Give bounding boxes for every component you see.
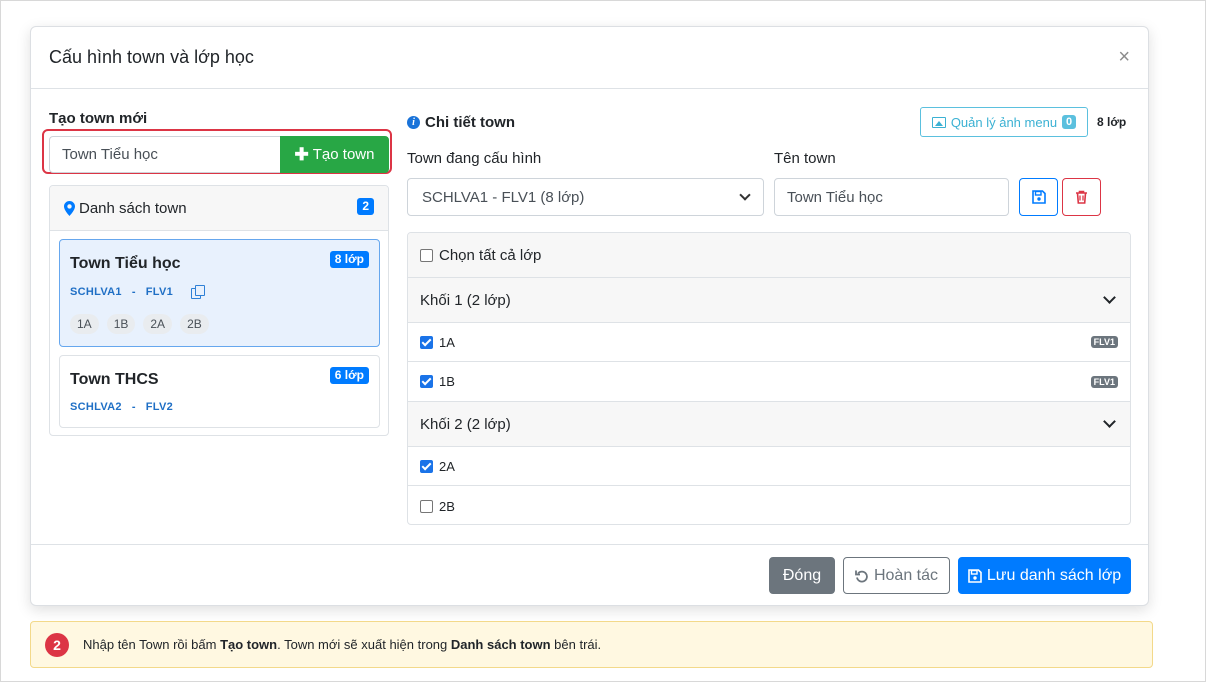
school-code: SCHLVA2 <box>70 401 122 413</box>
town-item-code: SCHLVA2 - FLV2 <box>70 401 173 413</box>
code-separator: - <box>131 285 136 298</box>
group-title: Khối 1 (2 lớp) <box>420 291 511 309</box>
class-chip: 2B <box>180 314 209 334</box>
detail-title-text: Chi tiết town <box>425 114 515 131</box>
class-checkbox[interactable] <box>420 499 433 513</box>
create-town-label: Tạo town mới <box>49 110 148 127</box>
class-checkbox[interactable] <box>420 335 433 349</box>
undo-button[interactable]: Hoàn tác <box>843 557 950 594</box>
town-list-title-text: Danh sách town <box>79 200 187 217</box>
chevron-down-icon[interactable] <box>1103 415 1116 428</box>
class-chip: 1B <box>106 314 136 334</box>
class-label: 2A <box>439 458 455 474</box>
town-item-class-count: 6 lớp <box>329 367 369 384</box>
town-list-card: Danh sách town 2 Town Tiểu học 8 lớp SCH… <box>49 185 389 436</box>
hint-part: bên trái. <box>550 637 602 652</box>
save-town-button[interactable] <box>1019 178 1058 216</box>
class-row-2b[interactable]: 2B <box>408 486 1130 524</box>
trash-icon <box>1076 190 1087 204</box>
level-badge: FLV1 <box>1090 336 1118 348</box>
group-header-khoi-2[interactable]: Khối 2 (2 lớp) <box>408 402 1130 447</box>
group-title: Khối 2 (2 lớp) <box>420 415 511 433</box>
town-list-header: Danh sách town 2 <box>50 186 388 231</box>
town-item-class-count: 8 lớp <box>329 251 369 268</box>
copy-icon[interactable] <box>191 285 206 299</box>
create-town-button-label: Tạo town <box>312 146 375 163</box>
town-select-value: SCHLVA1 - FLV1 (8 lớp) <box>422 188 585 206</box>
save-class-list-label: Lưu danh sách lớp <box>986 566 1122 584</box>
step-badge: 2 <box>45 632 69 657</box>
class-chip: 2A <box>143 314 173 334</box>
town-select-label: Town đang cấu hình <box>407 150 542 167</box>
save-class-list-button[interactable]: Lưu danh sách lớp <box>958 557 1131 594</box>
school-code: SCHLVA1 <box>70 285 122 298</box>
detail-title: i Chi tiết town <box>407 114 515 131</box>
delete-town-button[interactable] <box>1062 178 1101 216</box>
class-checkbox[interactable] <box>420 459 433 473</box>
class-chip: 1A <box>70 314 99 334</box>
modal-footer: Đóng Hoàn tác Lưu danh sách lớp <box>31 544 1148 606</box>
town-name-input[interactable] <box>774 178 1009 216</box>
class-selection-card: Chọn tất cả lớp Khối 1 (2 lớp) 1A FLV1 1… <box>407 232 1131 525</box>
class-checkbox[interactable] <box>420 375 433 388</box>
class-row-2a[interactable]: 2A <box>408 447 1130 486</box>
hint-part: . Town mới sẽ xuất hiện trong <box>277 637 451 652</box>
town-config-modal: Cấu hình town và lớp học × Tạo town mới … <box>30 26 1149 606</box>
class-label: 1B <box>439 374 455 389</box>
town-count-badge: 2 <box>357 198 374 215</box>
class-row-1a[interactable]: 1A FLV1 <box>408 323 1130 362</box>
town-item-tieu-hoc[interactable]: Town Tiểu học 8 lớp SCHLVA1 - FLV1 1A 1B… <box>59 239 380 347</box>
info-icon: i <box>407 116 420 129</box>
select-all-row[interactable]: Chọn tất cả lớp <box>408 233 1130 278</box>
floppy-disk-icon <box>1031 190 1046 204</box>
hint-bar: 2 Nhập tên Town rồi bấm Tạo town. Town m… <box>30 621 1153 668</box>
undo-icon <box>855 570 868 582</box>
class-chips: 1A 1B 2A 2B <box>70 314 209 334</box>
town-item-code: SCHLVA1 - FLV1 <box>70 285 206 299</box>
hint-text: Nhập tên Town rồi bấm Tạo town. Town mới… <box>83 637 601 652</box>
town-list-title: Danh sách town <box>64 200 187 217</box>
undo-button-label: Hoàn tác <box>873 566 939 584</box>
level-code: FLV2 <box>145 401 174 413</box>
town-item-name: Town THCS <box>70 371 159 388</box>
class-label: 2B <box>439 498 455 514</box>
hint-part: Nhập tên Town rồi bấm <box>83 637 221 652</box>
manage-menu-images-label: Quản lý ảnh menu <box>950 114 1058 130</box>
modal-title: Cấu hình town và lớp học <box>49 47 254 67</box>
hint-bold: Tạo town <box>220 637 278 652</box>
level-badge: FLV1 <box>1090 375 1118 388</box>
map-marker-icon <box>64 201 75 216</box>
class-label: 1A <box>439 334 455 350</box>
chevron-down-icon[interactable] <box>1103 291 1116 304</box>
group-header-khoi-1[interactable]: Khối 1 (2 lớp) <box>408 278 1130 323</box>
close-icon[interactable]: × <box>1118 47 1130 67</box>
level-code: FLV1 <box>145 285 174 298</box>
close-button[interactable]: Đóng <box>769 557 835 594</box>
town-name-label: Tên town <box>774 150 836 167</box>
plus-icon: ✚ <box>294 144 309 164</box>
hint-bold: Danh sách town <box>450 637 551 652</box>
select-all-checkbox[interactable] <box>420 248 433 262</box>
town-item-name: Town Tiểu học <box>70 255 181 272</box>
town-select[interactable]: SCHLVA1 - FLV1 (8 lớp) <box>407 178 764 216</box>
chevron-down-icon <box>739 189 751 201</box>
menu-image-count-badge: 0 <box>1062 115 1077 129</box>
class-count-label: 8 lớp <box>1097 115 1127 129</box>
create-town-button[interactable]: ✚ Tạo town <box>280 136 389 173</box>
town-item-thcs[interactable]: Town THCS 6 lớp SCHLVA2 - FLV2 <box>59 355 380 428</box>
manage-menu-images-button[interactable]: Quản lý ảnh menu 0 <box>920 107 1088 137</box>
code-separator: - <box>131 401 136 413</box>
class-row-1b[interactable]: 1B FLV1 <box>408 362 1130 402</box>
image-icon <box>931 116 946 128</box>
modal-header: Cấu hình town và lớp học × <box>31 27 1148 89</box>
select-all-label: Chọn tất cả lớp <box>439 246 542 264</box>
floppy-disk-icon <box>968 568 982 583</box>
new-town-name-input[interactable] <box>49 136 281 173</box>
